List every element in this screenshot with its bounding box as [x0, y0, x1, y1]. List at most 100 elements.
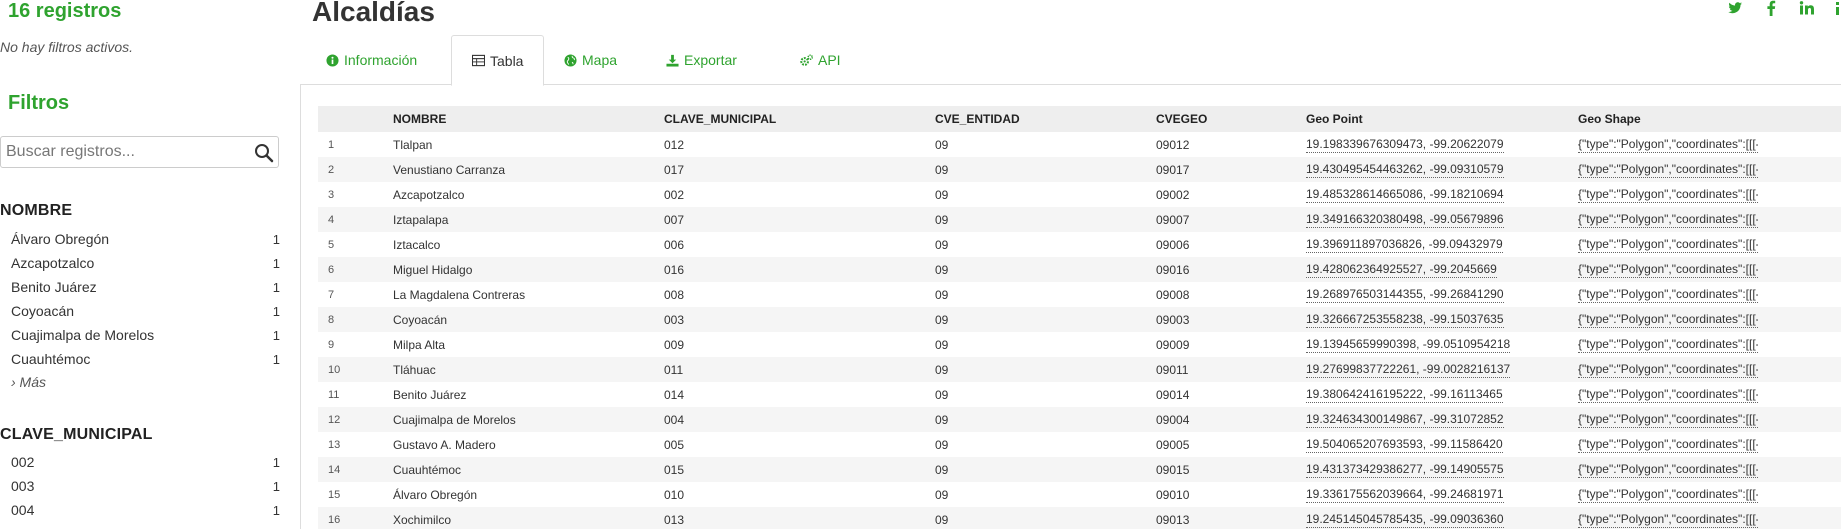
cell-nombre: Coyoacán [393, 312, 448, 327]
tab-label: API [818, 52, 841, 68]
header-cvegeo[interactable]: CVEGEO [1156, 106, 1306, 132]
table-row[interactable]: 3 Azcapotzalco 002 09 09002 19.48532861466508… [318, 182, 1841, 207]
geo-point-value[interactable]: 19.27699837722261, -99.0028216137 [1306, 362, 1511, 378]
tab-api[interactable]: API [780, 35, 861, 85]
geo-point-value[interactable]: 19.430495454463262, -99.09310579 [1306, 162, 1504, 178]
search-box [0, 136, 279, 168]
table-row[interactable]: 2 Venustiano Carranza 017 09 09017 19.4304954… [318, 157, 1841, 182]
table-row[interactable]: 5 Iztacalco 006 09 09006 19.396911897036826, … [318, 232, 1841, 257]
geo-point-value[interactable]: 19.198339676309473, -99.20622079 [1306, 137, 1504, 153]
geo-shape-value[interactable]: {"type":"Polygon","coordinates":[[[-9 [1578, 487, 1758, 503]
row-number: 7 [328, 288, 335, 301]
geo-point-value[interactable]: 19.336175562039664, -99.24681971 [1306, 487, 1504, 503]
table-row[interactable]: 1 Tlalpan 012 09 09012 19.198339676309473, -9… [318, 132, 1841, 157]
facet-item-count: 1 [272, 454, 280, 470]
more-link[interactable]: › Más [0, 371, 280, 393]
table-row[interactable]: 10 Tláhuac 011 09 09011 19.27699837722261, -9… [318, 357, 1841, 382]
geo-point-value[interactable]: 19.380642416195222, -99.16113465 [1306, 387, 1503, 403]
table-row[interactable]: 13 Gustavo A. Madero 005 09 09005 19.50406520… [318, 432, 1841, 457]
record-count: 16 registros [8, 0, 122, 22]
header-clave-municipal[interactable]: CLAVE_MUNICIPAL [664, 106, 935, 132]
cell-clave-municipal: 012 [664, 137, 685, 152]
cell-geo-point: 19.336175562039664, -99.24681971 [1306, 482, 1578, 507]
geo-point-value[interactable]: 19.396911897036826, -99.09432979 [1306, 237, 1503, 253]
twitter-icon[interactable] [1727, 0, 1743, 16]
table-row[interactable]: 8 Coyoacán 003 09 09003 19.326667253558238, -… [318, 307, 1841, 332]
cell-cvegeo: 09008 [1156, 287, 1190, 302]
geo-shape-value[interactable]: {"type":"Polygon","coordinates":[[[-9 [1578, 512, 1758, 528]
cell-cvegeo: 09017 [1156, 162, 1190, 177]
search-icon[interactable] [254, 143, 274, 163]
geo-shape-value[interactable]: {"type":"Polygon","coordinates":[[[-9 [1578, 337, 1758, 353]
geo-point-value[interactable]: 19.245145045785435, -99.09036360 [1306, 512, 1504, 528]
cell-geo-shape: {"type":"Polygon","coordinates":[[[-9 [1578, 232, 1841, 257]
facet-item-label: 002 [11, 454, 35, 470]
facet-item[interactable]: Coyoacán 1 [0, 299, 280, 323]
geo-shape-value[interactable]: {"type":"Polygon","coordinates":[[[-9 [1578, 312, 1758, 328]
geo-point-value[interactable]: 19.268976503144355, -99.26841290 [1306, 287, 1504, 303]
search-input[interactable] [1, 137, 241, 167]
cell-cve-entidad: 09 [935, 212, 949, 227]
table-row[interactable]: 9 Milpa Alta 009 09 09009 19.13945659990398, … [318, 332, 1841, 357]
cell-clave-municipal: 007 [664, 212, 685, 227]
geo-point-value[interactable]: 19.485328614665086, -99.18210694 [1306, 187, 1504, 203]
geo-point-value[interactable]: 19.349166320380498, -99.05679896 [1306, 212, 1504, 228]
geo-shape-value[interactable]: {"type":"Polygon","coordinates":[[[-9 [1578, 237, 1758, 253]
geo-shape-value[interactable]: {"type":"Polygon","coordinates":[[[-9 [1578, 462, 1758, 478]
header-nombre[interactable]: NOMBRE [393, 106, 664, 132]
cell-nombre: Cuajimalpa de Morelos [393, 412, 516, 427]
geo-shape-value[interactable]: {"type":"Polygon","coordinates":[[[-9 [1578, 362, 1758, 378]
facebook-icon[interactable] [1763, 0, 1779, 16]
table-row[interactable]: 7 La Magdalena Contreras 008 09 09008 19.2689… [318, 282, 1841, 307]
globe-icon [564, 53, 577, 67]
tab-tabla[interactable]: Tabla [451, 35, 545, 86]
tab-informacion[interactable]: Información [306, 35, 437, 85]
table-row[interactable]: 14 Cuauhtémoc 015 09 09015 19.431373429386277… [318, 457, 1841, 482]
geo-shape-value[interactable]: {"type":"Polygon","coordinates":[[[-9 [1578, 412, 1758, 428]
table-row[interactable]: 4 Iztapalapa 007 09 09007 19.349166320380498,… [318, 207, 1841, 232]
cell-cve-entidad: 09 [935, 262, 949, 277]
linkedin-icon[interactable] [1799, 0, 1815, 16]
social-links [1727, 0, 1841, 16]
table-row[interactable]: 12 Cuajimalpa de Morelos 004 09 09004 19.3246… [318, 407, 1841, 432]
geo-shape-value[interactable]: {"type":"Polygon","coordinates":[[[-9 [1578, 262, 1758, 278]
facet-item[interactable]: 003 1 [0, 474, 280, 498]
geo-point-value[interactable]: 19.428062364925527, -99.2045669 [1306, 262, 1497, 278]
table-row[interactable]: 6 Miguel Hidalgo 016 09 09016 19.428062364925… [318, 257, 1841, 282]
table-row[interactable]: 11 Benito Juárez 014 09 09014 19.380642416195… [318, 382, 1841, 407]
geo-shape-value[interactable]: {"type":"Polygon","coordinates":[[[-9 [1578, 162, 1758, 178]
geo-point-value[interactable]: 19.431373429386277, -99.14905575 [1306, 462, 1504, 478]
geo-point-value[interactable]: 19.504065207693593, -99.11586420 [1306, 437, 1503, 453]
geo-shape-value[interactable]: {"type":"Polygon","coordinates":[[[-9 [1578, 137, 1758, 153]
geo-shape-value[interactable]: {"type":"Polygon","coordinates":[[[-9 [1578, 187, 1758, 203]
table-row[interactable]: 16 Xochimilco 013 09 09013 19.245145045785435… [318, 507, 1841, 529]
tab-mapa[interactable]: Mapa [544, 35, 637, 85]
geo-shape-value[interactable]: {"type":"Polygon","coordinates":[[[-9 [1578, 287, 1758, 303]
download-icon [666, 54, 679, 67]
geo-point-value[interactable]: 19.326667253558238, -99.15037635 [1306, 312, 1504, 328]
geo-shape-value[interactable]: {"type":"Polygon","coordinates":[[[-9 [1578, 437, 1758, 453]
header-cve-entidad[interactable]: CVE_ENTIDAD [935, 106, 1156, 132]
facet-item-count: 1 [272, 502, 280, 518]
facet-item[interactable]: 004 1 [0, 498, 280, 522]
geo-point-value[interactable]: 19.324634300149867, -99.31072852 [1306, 412, 1504, 428]
tab-exportar[interactable]: Exportar [646, 35, 757, 85]
cell-geo-point: 19.198339676309473, -99.20622079 [1306, 132, 1578, 157]
cell-cve-entidad: 09 [935, 512, 949, 527]
header-geo-shape[interactable]: Geo Shape [1578, 106, 1841, 132]
cell-cve-entidad: 09 [935, 137, 949, 152]
more-icon[interactable] [1835, 0, 1841, 16]
filters-title: Filtros [8, 92, 70, 114]
geo-shape-value[interactable]: {"type":"Polygon","coordinates":[[[-9 [1578, 212, 1758, 228]
facet-item[interactable]: Cuajimalpa de Morelos 1 [0, 323, 280, 347]
facet-item[interactable]: Cuauhtémoc 1 [0, 347, 280, 371]
geo-shape-value[interactable]: {"type":"Polygon","coordinates":[[[-9 [1578, 387, 1758, 403]
facet-item[interactable]: 002 1 [0, 450, 280, 474]
facet-item[interactable]: Álvaro Obregón 1 [0, 227, 280, 251]
header-geo-point[interactable]: Geo Point [1306, 106, 1578, 132]
cell-cve-entidad: 09 [935, 337, 949, 352]
geo-point-value[interactable]: 19.13945659990398, -99.0510954218 [1306, 337, 1511, 353]
table-row[interactable]: 15 Álvaro Obregón 010 09 09010 19.33617556203… [318, 482, 1841, 507]
facet-item[interactable]: Azcapotzalco 1 [0, 251, 280, 275]
facet-item[interactable]: Benito Juárez 1 [0, 275, 280, 299]
